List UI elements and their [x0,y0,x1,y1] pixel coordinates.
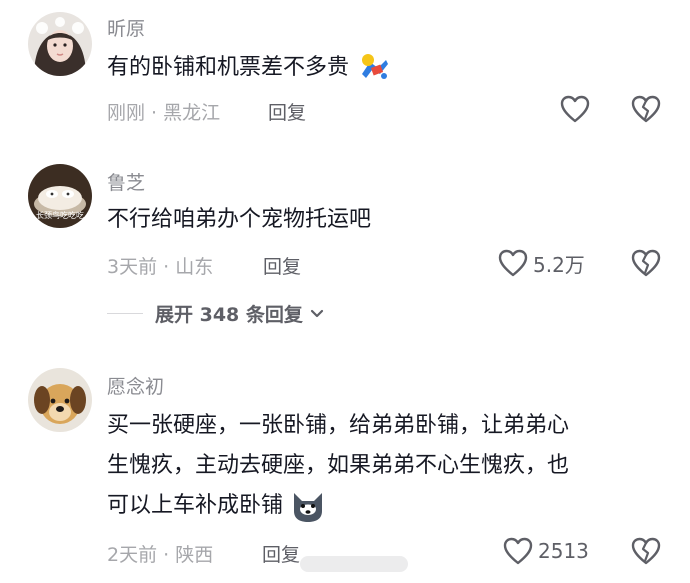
broken-heart-icon [631,249,661,277]
comment-item: 长颈鸟吃吃吃 鲁芝 不行给咱弟办个宠物托运吧 3天前 · 山东 回复 5.2万 … [0,150,690,350]
comment-text: 有的卧铺和机票差不多贵 [107,48,392,88]
doll-emoji-icon [356,52,392,84]
comment-meta: 刚刚 · 黑龙江 [107,98,220,125]
reply-button[interactable]: 回复 [263,252,301,279]
comment-text-line: 不行给咱弟办个宠物托运吧 [107,207,372,232]
comment-text: 买一张硬座，一张卧铺，给弟弟卧铺，让弟弟心 生愧疚，主动去硬座，如果弟弟不心生愧… [107,406,569,526]
chevron-down-icon [310,309,323,317]
dislike-button[interactable] [630,536,662,566]
avatar[interactable]: 长颈鸟吃吃吃 [28,164,92,228]
dislike-button[interactable] [630,248,662,278]
avatar[interactable] [28,368,92,432]
username[interactable]: 鲁芝 [107,168,145,195]
like-count: 2513 [538,539,589,563]
comment-item: 愿念初 买一张硬座，一张卧铺，给弟弟卧铺，让弟弟心 生愧疚，主动去硬座，如果弟弟… [0,360,690,583]
username[interactable]: 愿念初 [107,372,164,399]
like-button[interactable]: 5.2万 [497,248,585,278]
reply-button[interactable]: 回复 [268,98,306,125]
heart-icon [498,249,528,277]
broken-heart-icon [631,95,661,123]
avatar-caption: 长颈鸟吃吃吃 [36,211,84,220]
comment-text-line-with-emoji: 可以上车补成卧铺 [107,486,569,526]
comment-text-line: 可以上车补成卧铺 [107,493,284,518]
comment-location: 黑龙江 [163,102,221,124]
username[interactable]: 昕原 [107,14,145,41]
expand-divider [107,313,143,314]
avatar-image [28,368,92,432]
husky-emoji-icon [290,489,326,523]
comment-meta: 2天前 · 陕西 [107,540,213,567]
like-button[interactable]: 2513 [502,536,589,566]
comment-text-line: 买一张硬座，一张卧铺，给弟弟卧铺，让弟弟心 [107,413,570,438]
comment-text: 不行给咱弟办个宠物托运吧 [107,200,371,240]
comment-location: 山东 [175,256,214,278]
comment-item: 昕原 有的卧铺和机票差不多贵 刚刚 · 黑龙江 回复 [0,0,690,150]
watermark-smudge [300,556,408,572]
avatar-image [28,12,92,76]
reply-button[interactable]: 回复 [262,540,300,567]
meta-separator: · [157,256,176,278]
dislike-button[interactable] [630,94,662,124]
heart-icon [560,95,590,123]
like-count: 5.2万 [533,252,585,277]
like-button[interactable] [559,94,591,124]
expand-replies-button[interactable]: 展开 348 条回复 [107,300,325,327]
comment-time: 2天前 [107,544,158,566]
comment-time: 3天前 [107,256,158,278]
heart-icon [503,537,533,565]
meta-separator: · [145,102,164,124]
broken-heart-icon [631,537,661,565]
comment-text-line: 生愧疚，主动去硬座，如果弟弟不心生愧疚，也 [107,453,570,478]
avatar[interactable] [28,12,92,76]
meta-separator: · [157,544,176,566]
expand-replies-label: 展开 348 条回复 [155,304,303,326]
comment-location: 陕西 [175,544,214,566]
comment-time: 刚刚 [107,102,146,124]
comment-meta: 3天前 · 山东 [107,252,213,279]
comment-text-line: 有的卧铺和机票差不多贵 [107,55,350,80]
